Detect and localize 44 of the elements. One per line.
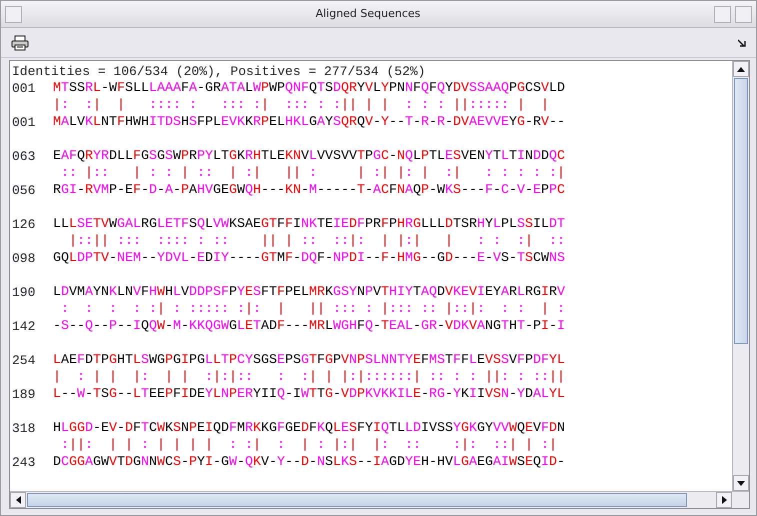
subject-position: 189	[12, 386, 36, 403]
subject-sequence: MALVKLNTFHWHITDSHSFPLEVKKRPELHKLGAYSQRQV-Y--T-R-R-DVAEVVEYG-RV--	[53, 114, 565, 131]
match-line: : : : : :| : ::::: :|: | || ::: : |::: :: |::|: : : | :	[60, 301, 565, 318]
subject-sequence: GQLDPTV-NEM--YDVL-EDIY----GTMF-DQF-NPDI--F-HMG--GD---E-VS-TSCWNS	[53, 250, 565, 267]
subject-position: 243	[12, 454, 36, 471]
subject-sequence: RGI-RVMP-EF-D-A-PAHVGEGWQH---KN-M-----T-ACFNAQP-WKS---F-C-V-EPPC	[53, 182, 565, 199]
query-position: 254	[12, 352, 36, 369]
query-position: 318	[12, 420, 36, 437]
caret-right-icon	[722, 496, 726, 504]
scroll-right-button[interactable]	[716, 492, 732, 508]
alignment-summary: Identities = 106/534 (20%), Positives = 277/534 (52%)	[12, 63, 426, 80]
query-position: 126	[12, 216, 36, 233]
query-sequence: HLGGD-EV-DFTCWKSNPEIQDFMRKKGFGEDFKQLESFYIQTLLDIVSSYGKGYVVWQEVFDN	[53, 420, 565, 437]
scroll-up-button[interactable]	[733, 61, 749, 77]
query-sequence: MTSSRL-WFSLLLAAAFA-GRATALWPWPQNFQTSDQRYVLYPNNFQFQYDVSSAAQPGCSVLD	[53, 80, 565, 97]
subject-position: 001	[12, 114, 36, 131]
caret-down-icon	[737, 480, 745, 486]
resize-arrow-icon[interactable]	[738, 38, 746, 46]
caret-up-icon	[737, 66, 745, 72]
scrollbar-thumb[interactable]	[27, 493, 687, 507]
window-title: Aligned Sequences	[314, 6, 422, 22]
query-position: 001	[12, 80, 36, 97]
match-line: :||: | | : | | | | : :| : | : |:| |: :: :|: ::| | :|	[60, 437, 557, 454]
query-sequence: LLLSETVWGALRGLETFSQLVWKSAEGTFFINKTEIEDFPRFPHRGLLLDTSRHYLPLSSILDT	[53, 216, 565, 233]
scroll-left-button[interactable]	[10, 492, 26, 508]
subject-sequence: DCGGAGWVTDGNNWCS-PYI-GW-QKV-Y--D-NSLKS--IAGDYEH-HVLGAEGAIWSEQID-	[53, 454, 565, 471]
scrollbar-thumb[interactable]	[734, 78, 748, 344]
subject-sequence: L--W-TSG--LTEEPFIDEYLNPERYIIQ-IWTTG-VDPKVKKILE-RG-YKIIVSN-YDALYL	[53, 386, 565, 403]
query-position: 190	[12, 284, 36, 301]
print-icon[interactable]	[11, 34, 29, 50]
match-line: | : | | |: | | :|:|:: : :| | |:|::::::| :: : : ||: : ::||	[53, 369, 565, 386]
scroll-down-button[interactable]	[733, 475, 749, 491]
match-line: |: :| | :::: : ::: :| ::: : :|| | | : : : ||::::: | |	[53, 97, 549, 114]
match-line: :: |:: | : : | :: | :| || : | :| |: | :| : : : : :|	[60, 165, 565, 182]
query-sequence: LDVMAYNKLNVFHWHLVDDPSFPYESFTFPELMRKGSYNPVTHIYTAQDVKEVIEYARLRGIRV	[53, 284, 565, 301]
subject-sequence: -S--Q--P--IQQW-M-KKQGWGLETADF---MRLWGHFQ-TEAL-GR-VDKVANGTHT-PI-I	[53, 318, 565, 335]
subject-position: 098	[12, 250, 36, 267]
query-sequence: EAFQRYRDLLFGSGSWPRPYLTGKRHTLEKNVLVVSVVTPGC-NQLPTLESVENYTLTINDDQC	[53, 148, 565, 165]
match-line: |::|| ::: :::: : :: || | :: ::|: | |:| | : : :| ::	[68, 233, 565, 250]
subject-position: 056	[12, 182, 36, 199]
query-position: 063	[12, 148, 36, 165]
subject-position: 142	[12, 318, 36, 335]
caret-left-icon	[16, 496, 20, 504]
query-sequence: LAEFDTPGHTLSWGPGIPGLLTPCYSGSEPSGTFGPVNPSLNNTYEFMSTFFLEVSSVFPDFYL	[53, 352, 565, 369]
